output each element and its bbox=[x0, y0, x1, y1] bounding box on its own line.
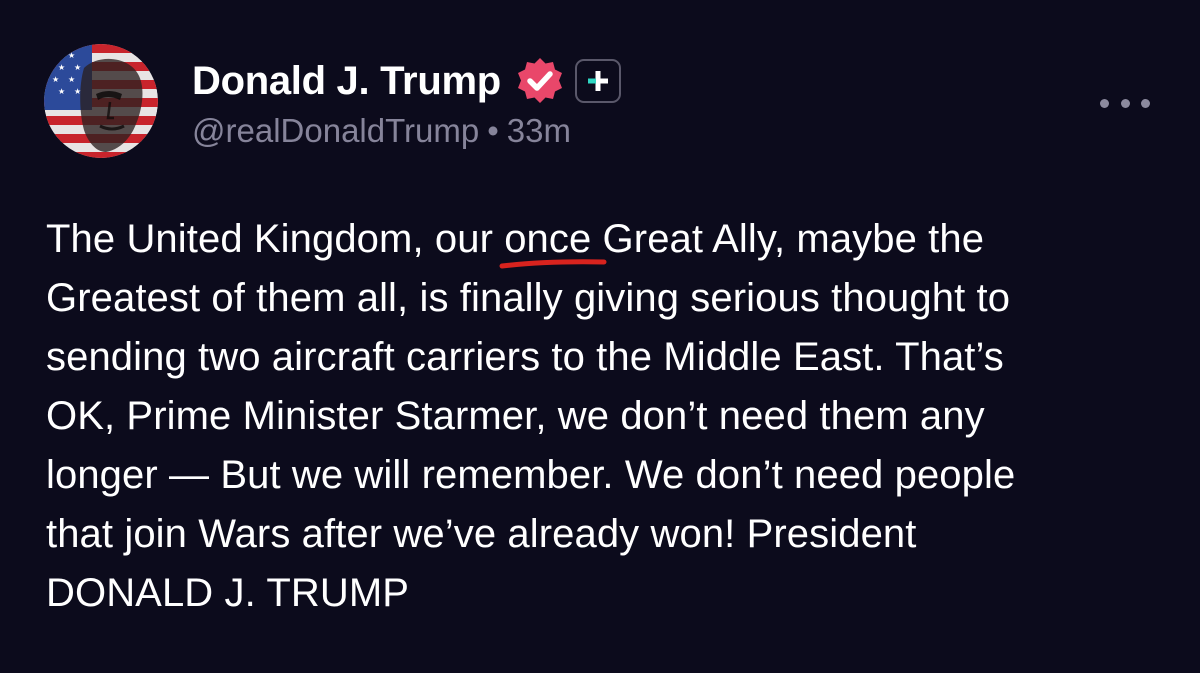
post-line-segment: The United Kingdom, our bbox=[46, 217, 505, 261]
author-handle[interactable]: @realDonaldTrump bbox=[192, 112, 479, 149]
svg-text:★: ★ bbox=[74, 63, 81, 72]
post-line: OK, Prime Minister Starmer, we don’t nee… bbox=[46, 394, 985, 438]
avatar-image: ★ ★ ★ ★ ★ ★ ★ ★ bbox=[44, 44, 158, 158]
verified-badge-icon bbox=[515, 56, 565, 106]
post-line: Greatest of them all, is finally giving … bbox=[46, 276, 1011, 320]
post-timestamp[interactable]: 33m bbox=[507, 112, 571, 149]
more-options-icon-dot bbox=[1120, 98, 1130, 108]
svg-text:★: ★ bbox=[68, 51, 75, 60]
more-options-button[interactable] bbox=[1100, 88, 1150, 118]
avatar[interactable]: ★ ★ ★ ★ ★ ★ ★ ★ bbox=[44, 44, 158, 158]
post-line: that join Wars after we’ve already won! … bbox=[46, 512, 917, 556]
more-options-icon bbox=[1100, 98, 1109, 108]
svg-text:★: ★ bbox=[68, 75, 75, 84]
post-text: The United Kingdom, our once Great Ally,… bbox=[46, 210, 1166, 623]
post-line: sending two aircraft carriers to the Mid… bbox=[46, 335, 1004, 379]
post-line-segment: Great Ally, maybe the bbox=[591, 217, 985, 261]
underlined-word-text: once bbox=[504, 217, 592, 261]
svg-text:★: ★ bbox=[52, 75, 59, 84]
svg-text:★: ★ bbox=[58, 87, 65, 96]
author-meta-row: @realDonaldTrump • 33m bbox=[192, 112, 571, 150]
post-line: DONALD J. TRUMP bbox=[46, 571, 410, 615]
post-card: ★ ★ ★ ★ ★ ★ ★ ★ Donald J. Trump @realDon… bbox=[0, 0, 1200, 673]
svg-text:★: ★ bbox=[58, 63, 65, 72]
plus-badge-icon bbox=[574, 59, 621, 103]
svg-text:★: ★ bbox=[74, 87, 81, 96]
meta-separator: • bbox=[487, 112, 499, 149]
more-options-icon-dot bbox=[1141, 98, 1150, 108]
author-display-name[interactable]: Donald J. Trump bbox=[192, 59, 501, 104]
underlined-word: once bbox=[499, 210, 607, 269]
svg-text:★: ★ bbox=[52, 51, 59, 60]
post-line: The United Kingdom, our once Great Ally,… bbox=[46, 210, 1166, 269]
author-name-row: Donald J. Trump bbox=[192, 54, 621, 108]
post-line: longer — But we will remember. We don’t … bbox=[46, 453, 1016, 497]
